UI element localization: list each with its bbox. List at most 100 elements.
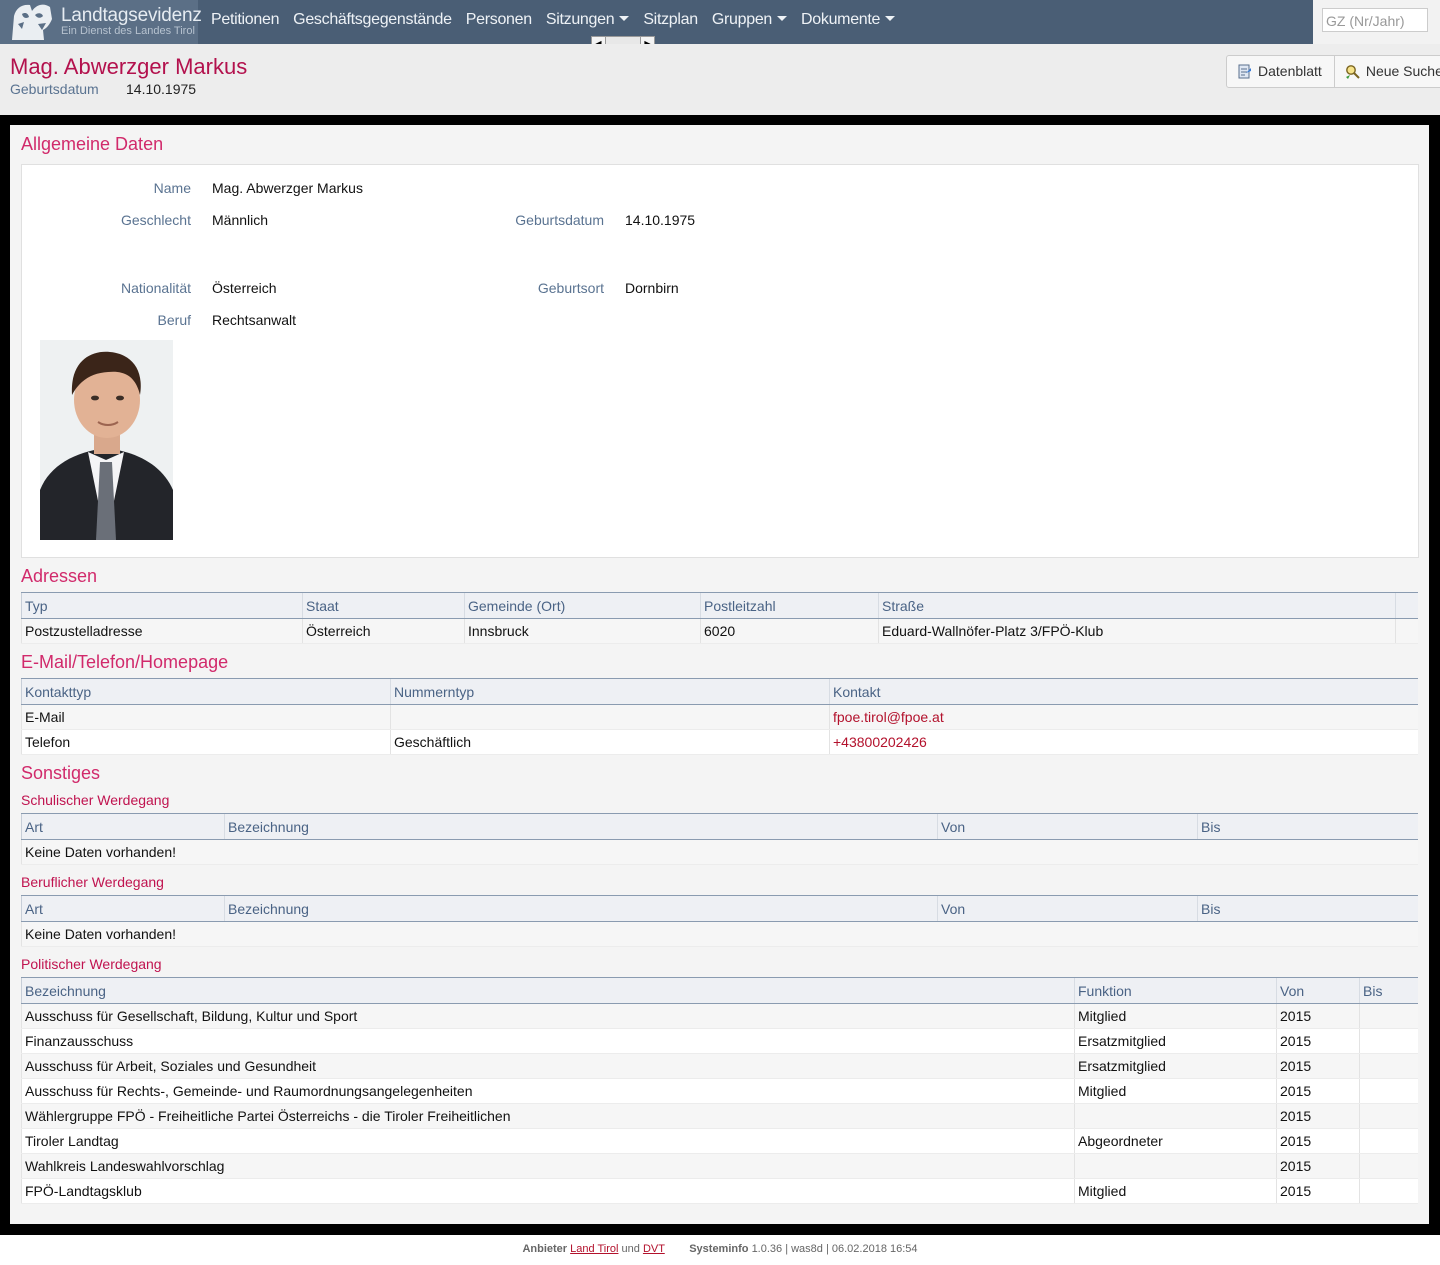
table-cell	[1359, 1128, 1418, 1154]
nav-label: Gruppen	[711, 11, 773, 28]
column-header[interactable]: Bezeichnung	[224, 895, 938, 922]
column-header[interactable]: Bis	[1359, 977, 1418, 1004]
table-cell: Eduard-Wallnöfer-Platz 3/FPÖ-Klub	[878, 618, 1396, 644]
table-cell: Wahlkreis Landeswahlvorschlag	[21, 1153, 1075, 1179]
column-header[interactable]: Nummerntyp	[390, 678, 830, 705]
nationality-value: Österreich	[212, 280, 277, 296]
app-subtitle: Ein Dienst des Landes Tirol	[61, 25, 195, 37]
job-value: Rechtsanwalt	[212, 312, 297, 328]
table-row: Wählergruppe FPÖ - Freiheitliche Partei …	[21, 1103, 1418, 1129]
table-row: Postzustelladresse Österreich Innsbruck …	[21, 618, 1418, 644]
nav-label: Sitzungen	[545, 11, 615, 28]
header-birth-label: Geburtsdatum	[10, 81, 99, 97]
column-header[interactable]: Postleitzahl	[700, 592, 879, 619]
table-header-row: Kontakttyp Nummerntyp Kontakt	[21, 678, 1418, 705]
brand-logo[interactable]: Landtagsevidenz Ein Dienst des Landes Ti…	[0, 0, 202, 44]
table-cell: 2015	[1276, 1153, 1360, 1179]
neue-suche-button[interactable]: Neue Suche	[1333, 56, 1440, 87]
column-header[interactable]: Art	[21, 895, 225, 922]
nav-label: Sitzplan	[643, 11, 698, 28]
table-row: Keine Daten vorhanden!	[21, 921, 1418, 947]
phone-link[interactable]: +43800202426	[833, 734, 927, 750]
table-cell: Mitglied	[1074, 1003, 1277, 1029]
birthplace-label: Geburtsort	[537, 280, 604, 296]
political-table: Bezeichnung Funktion Von Bis Ausschuss f…	[21, 977, 1418, 1204]
table-cell: Geschäftlich	[390, 729, 830, 755]
section-addresses-heading: Adressen	[21, 566, 98, 586]
name-value: Mag. Abwerzger Markus	[212, 180, 363, 196]
section-contacts-heading: E-Mail/Telefon/Homepage	[21, 652, 229, 672]
table-cell: E-Mail	[21, 704, 391, 730]
nav-personen[interactable]: Personen	[459, 0, 539, 44]
table-cell	[390, 704, 830, 730]
column-header[interactable]: Von	[1276, 977, 1360, 1004]
nav-petitionen[interactable]: Petitionen	[204, 0, 286, 44]
person-header: Mag. Abwerzger Markus Geburtsdatum 14.10…	[0, 44, 1440, 115]
column-header[interactable]: Bis	[1197, 813, 1418, 840]
birthdate-value: 14.10.1975	[625, 212, 696, 228]
column-header[interactable]: Von	[937, 813, 1198, 840]
nav-label: Dokumente	[801, 11, 881, 28]
table-cell	[1074, 1103, 1277, 1129]
table-row: Telefon Geschäftlich +43800202426	[21, 729, 1418, 755]
column-header[interactable]: Bezeichnung	[21, 977, 1075, 1004]
email-link[interactable]: fpoe.tirol@fpoe.at	[833, 709, 944, 725]
table-cell: Ausschuss für Arbeit, Soziales und Gesun…	[21, 1053, 1075, 1079]
nav-label: Geschäftsgegenstände	[293, 11, 452, 28]
column-header[interactable]: Kontakttyp	[21, 678, 391, 705]
datenblatt-button[interactable]: Datenblatt	[1227, 56, 1334, 87]
table-row: Ausschuss für Gesellschaft, Bildung, Kul…	[21, 1003, 1418, 1029]
table-cell: FPÖ-Landtagsklub	[21, 1178, 1075, 1204]
nav-dokumente[interactable]: Dokumente	[794, 0, 902, 44]
column-header[interactable]: Kontakt	[829, 678, 1418, 705]
career-heading: Beruflicher Werdegang	[21, 874, 164, 890]
header-actions: Datenblatt Neue Suche	[1226, 55, 1440, 88]
table-cell: 2015	[1276, 1078, 1360, 1104]
column-header[interactable]: Bezeichnung	[224, 813, 938, 840]
column-header[interactable]: Funktion	[1074, 977, 1277, 1004]
provider-label: Anbieter	[522, 1243, 568, 1255]
table-row: FPÖ-Landtagsklub Mitglied 2015	[21, 1178, 1418, 1204]
table-cell: Ausschuss für Gesellschaft, Bildung, Kul…	[21, 1003, 1075, 1029]
provider-link-dvt[interactable]: DVT	[643, 1243, 665, 1255]
column-header[interactable]: Straße	[878, 592, 1396, 619]
gender-value: Männlich	[212, 212, 269, 228]
table-row: Tiroler Landtag Abgeordneter 2015	[21, 1128, 1418, 1154]
search-icon	[1345, 65, 1360, 79]
table-cell: fpoe.tirol@fpoe.at	[829, 704, 1418, 730]
provider-link-land-tirol[interactable]: Land Tirol	[570, 1243, 618, 1255]
column-header[interactable]: Von	[937, 895, 1198, 922]
table-row: Keine Daten vorhanden!	[21, 839, 1418, 865]
gz-search-area: GZ (Nr/Jahr)	[1313, 0, 1440, 44]
column-header[interactable]: Art	[21, 813, 225, 840]
table-cell: 2015	[1276, 1103, 1360, 1129]
section-general-heading: Allgemeine Daten	[21, 134, 164, 154]
birthplace-value: Dornbirn	[625, 280, 679, 296]
top-navbar: Landtagsevidenz Ein Dienst des Landes Ti…	[0, 0, 1440, 44]
table-cell: 2015	[1276, 1028, 1360, 1054]
table-cell: 2015	[1276, 1053, 1360, 1079]
app-name: Landtagsevidenz	[61, 5, 202, 26]
table-cell: Abgeordneter	[1074, 1128, 1277, 1154]
gz-search-input[interactable]: GZ (Nr/Jahr)	[1322, 8, 1428, 32]
caret-down-icon	[619, 16, 630, 21]
column-header[interactable]: Staat	[302, 592, 465, 619]
table-row: Finanzausschuss Ersatzmitglied 2015	[21, 1028, 1418, 1054]
eagle-logo-icon	[12, 4, 52, 40]
empty-message: Keine Daten vorhanden!	[21, 921, 1418, 947]
header-birth-value: 14.10.1975	[126, 81, 197, 97]
table-cell	[1359, 1103, 1418, 1129]
table-cell: Postzustelladresse	[21, 618, 303, 644]
table-cell	[1359, 1178, 1418, 1204]
nav-gruppen[interactable]: Gruppen	[705, 0, 794, 44]
caret-down-icon	[885, 16, 896, 21]
column-header[interactable]: Typ	[21, 592, 303, 619]
name-label: Name	[153, 180, 191, 196]
column-header[interactable]: Bis	[1197, 895, 1418, 922]
nav-geschaeftsgegenstaende[interactable]: Geschäftsgegenstände	[286, 0, 459, 44]
column-header[interactable]: Gemeinde (Ort)	[464, 592, 701, 619]
table-cell: Ausschuss für Rechts-, Gemeinde- und Rau…	[21, 1078, 1075, 1104]
table-cell: Innsbruck	[464, 618, 701, 644]
nationality-label: Nationalität	[120, 280, 191, 296]
table-cell: Ersatzmitglied	[1074, 1053, 1277, 1079]
